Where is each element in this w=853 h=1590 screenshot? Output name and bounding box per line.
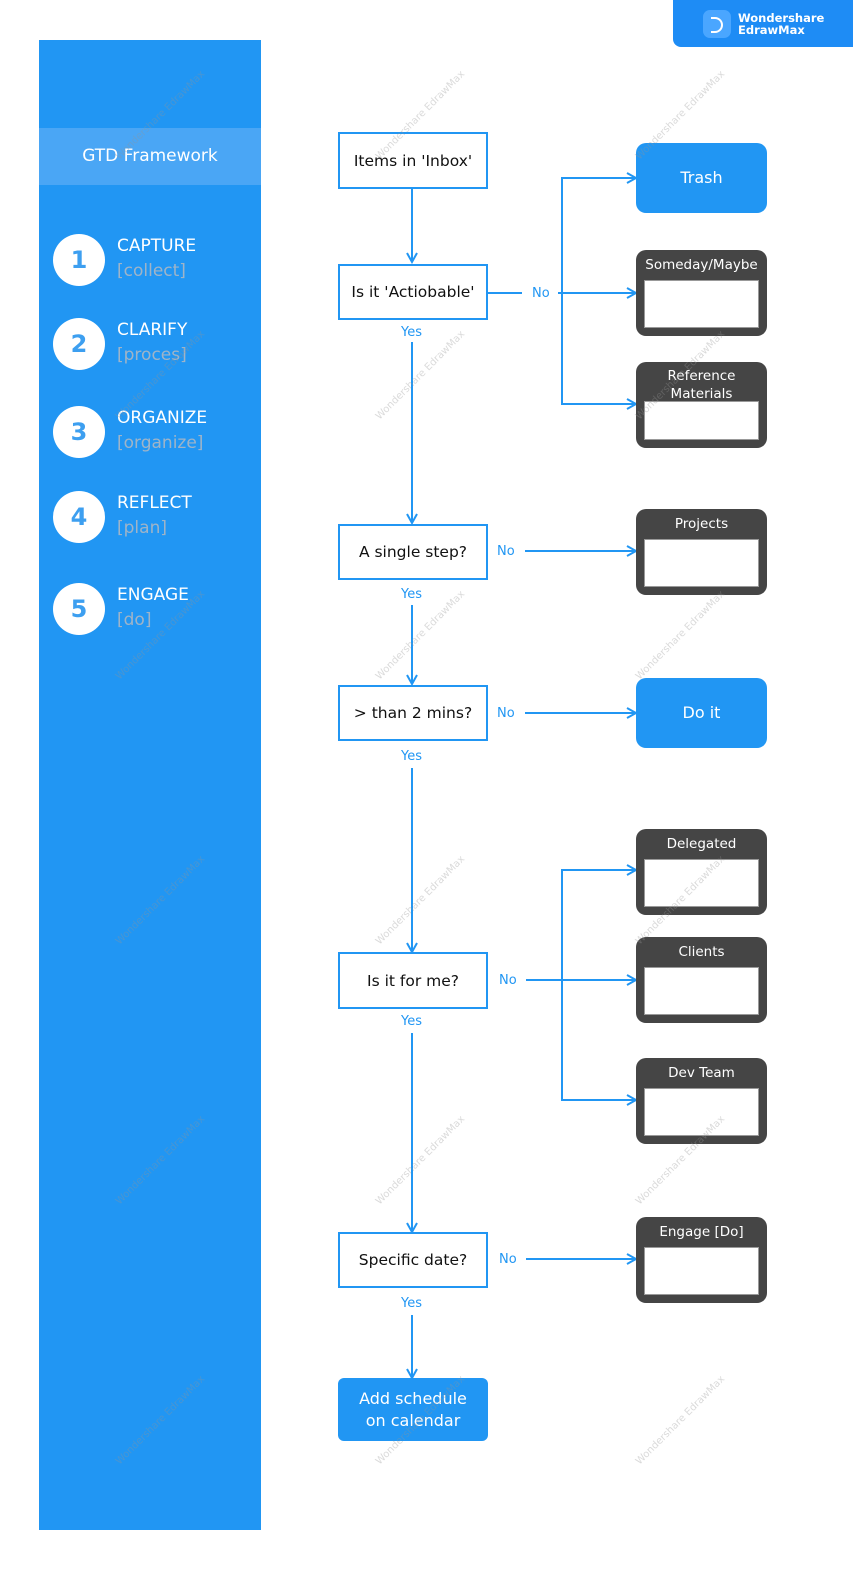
- node-engage-do[interactable]: Engage [Do]: [636, 1217, 767, 1303]
- container-title: Clients: [678, 944, 725, 960]
- node-dev-team[interactable]: Dev Team: [636, 1058, 767, 1144]
- container-body: [644, 1247, 759, 1295]
- label-yes: Yes: [401, 749, 422, 764]
- label-no: No: [499, 1252, 517, 1267]
- node-reference-materials[interactable]: Reference Materials: [636, 362, 767, 448]
- container-body: [644, 280, 759, 328]
- edge-reference: [561, 293, 636, 404]
- container-title: Someday/Maybe: [645, 257, 758, 273]
- container-body: [644, 401, 759, 440]
- connectors: [0, 0, 853, 1590]
- label-no: No: [532, 286, 550, 301]
- label-yes: Yes: [401, 1014, 422, 1029]
- node-do-it[interactable]: Do it: [636, 678, 767, 748]
- label-no: No: [497, 706, 515, 721]
- container-body: [644, 967, 759, 1015]
- node-two-mins[interactable]: > than 2 mins?: [338, 685, 488, 741]
- label-yes: Yes: [401, 587, 422, 602]
- edge-devteam: [561, 980, 636, 1100]
- container-title: Projects: [674, 516, 729, 532]
- container-body: [644, 539, 759, 587]
- node-clients[interactable]: Clients: [636, 937, 767, 1023]
- node-projects[interactable]: Projects: [636, 509, 767, 595]
- label-yes: Yes: [401, 1296, 422, 1311]
- label-no: No: [499, 973, 517, 988]
- node-for-me[interactable]: Is it for me?: [338, 952, 488, 1009]
- container-title: Delegated: [666, 836, 737, 852]
- node-single-step[interactable]: A single step?: [338, 524, 488, 580]
- label-yes: Yes: [401, 325, 422, 340]
- node-delegated[interactable]: Delegated: [636, 829, 767, 915]
- node-add-schedule[interactable]: Add schedule on calendar: [338, 1378, 488, 1441]
- node-trash[interactable]: Trash: [636, 143, 767, 213]
- node-actionable[interactable]: Is it 'Actiobable': [338, 264, 488, 320]
- node-someday-maybe[interactable]: Someday/Maybe: [636, 250, 767, 336]
- container-body: [644, 1088, 759, 1136]
- container-body: [644, 859, 759, 907]
- edge-trash: [561, 178, 636, 293]
- edge-delegated: [561, 870, 636, 980]
- container-title: Engage [Do]: [659, 1224, 744, 1240]
- node-inbox[interactable]: Items in 'Inbox': [338, 132, 488, 189]
- label-no: No: [497, 544, 515, 559]
- container-title: Reference Materials: [667, 368, 736, 402]
- node-specific-date[interactable]: Specific date?: [338, 1232, 488, 1288]
- container-title: Dev Team: [668, 1065, 735, 1081]
